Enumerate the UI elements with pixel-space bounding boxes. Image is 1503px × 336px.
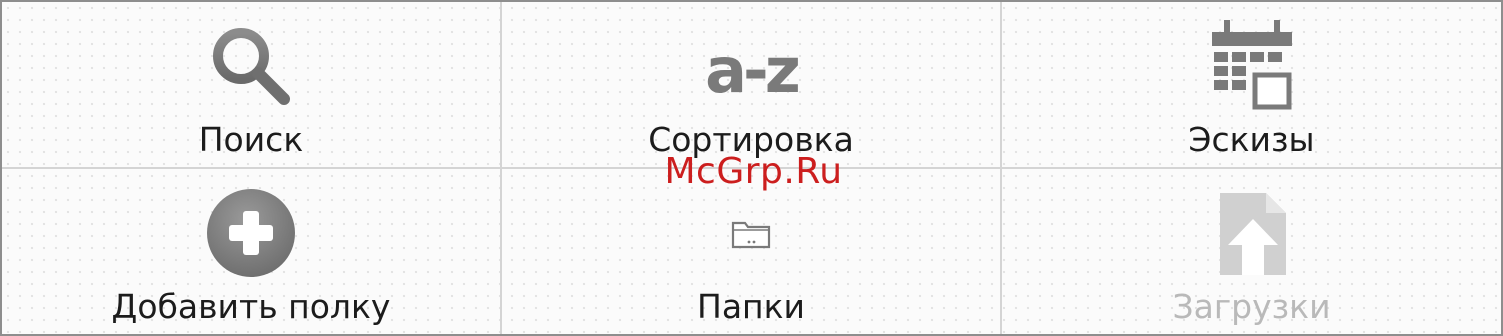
sort-az-icon: a-z	[705, 34, 803, 107]
menu-item-sort[interactable]: a-z Сортировка	[502, 2, 1002, 169]
add-circle-icon	[207, 189, 295, 277]
menu-item-downloads-label: Загрузки	[1172, 287, 1331, 326]
menu-item-search[interactable]: Поиск	[2, 2, 502, 169]
search-icon	[213, 28, 290, 105]
menu-item-search-label: Поиск	[198, 120, 304, 159]
menu-item-add-shelf-label: Добавить полку	[111, 287, 391, 326]
menu-item-downloads[interactable]: Загрузки	[1002, 169, 1501, 334]
menu-item-thumbnails-label: Эскизы	[1188, 120, 1315, 159]
menu-item-folders[interactable]: Папки	[502, 169, 1002, 334]
options-menu: Поиск a-z Сортировка Эскизы Добавить пол…	[0, 0, 1503, 336]
menu-item-sort-label: Сортировка	[648, 120, 854, 159]
folder-icon	[731, 221, 771, 249]
download-icon	[1219, 193, 1286, 275]
menu-item-folders-label: Папки	[697, 287, 805, 326]
menu-item-add-shelf[interactable]: Добавить полку	[2, 169, 502, 334]
svg-text:a-z: a-z	[705, 34, 799, 107]
menu-item-thumbnails[interactable]: Эскизы	[1002, 2, 1501, 169]
thumbnails-icon	[1211, 20, 1292, 110]
